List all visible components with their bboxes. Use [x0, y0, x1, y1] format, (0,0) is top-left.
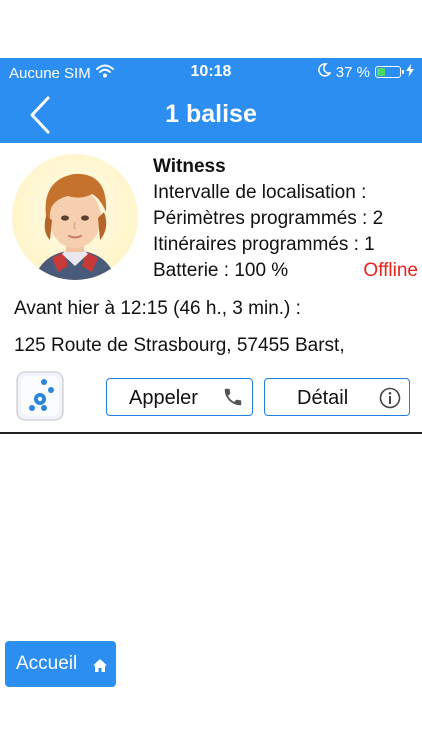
tracker-device-image — [14, 370, 66, 422]
last-seen-text: Avant hier à 12:15 (46 h., 3 min.) : — [14, 298, 301, 319]
child-photo — [34, 173, 116, 280]
avatar — [12, 154, 138, 280]
interval-label: Intervalle de localisation : — [153, 182, 367, 203]
divider — [0, 432, 422, 434]
home-button[interactable]: Accueil — [5, 641, 116, 687]
top-margin — [0, 0, 422, 58]
charging-icon — [406, 63, 414, 81]
phone-icon — [222, 386, 244, 414]
detail-button[interactable]: Détail — [264, 378, 410, 416]
address-text: 125 Route de Strasbourg, 57455 Barst, — [14, 335, 345, 356]
battery-icon — [375, 66, 404, 78]
status-right: 37 % — [317, 63, 414, 81]
battery-percent: 37 % — [335, 63, 370, 81]
device-info: Witness Intervalle de localisation : Pér… — [153, 154, 413, 258]
call-button-label: Appeler — [129, 387, 198, 409]
routes-text: Itinéraires programmés : 1 — [153, 234, 375, 255]
perimeters-text: Périmètres programmés : 2 — [153, 208, 384, 229]
moon-icon — [317, 63, 332, 81]
home-button-label: Accueil — [16, 653, 78, 674]
detail-button-label: Détail — [297, 387, 349, 409]
device-name: Witness — [153, 156, 226, 177]
page-title: 1 balise — [165, 100, 257, 128]
info-icon — [379, 387, 401, 415]
call-button[interactable]: Appeler — [106, 378, 253, 416]
nav-bar: 1 balise — [0, 88, 422, 143]
battery-level-fill — [377, 68, 385, 76]
status-bar: Aucune SIM 10:18 37 % — [0, 58, 422, 88]
status-badge: Offline — [363, 260, 418, 281]
home-icon — [93, 656, 107, 678]
battery-text: Batterie : 100 % — [153, 260, 289, 281]
